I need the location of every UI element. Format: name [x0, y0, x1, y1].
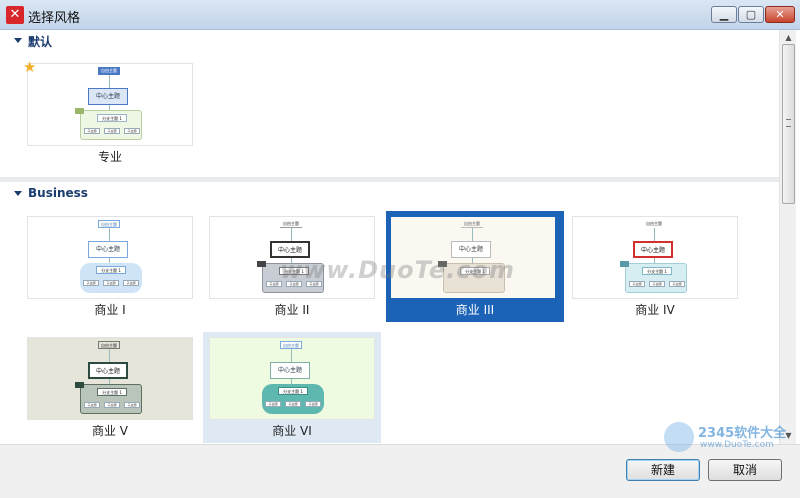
- theme-tile-business-4[interactable]: 自由主题 中心主题 分支主题 1 子主题 子主题 子主题 商业 IV: [568, 211, 742, 319]
- theme-label: 商业 III: [455, 303, 495, 317]
- section-label: 默认: [28, 35, 53, 49]
- theme-tile-pro[interactable]: 自由主题 中心主题 分支主题 1 子主题 子主题 子主题 ★ 专业: [23, 58, 197, 166]
- theme-label: 商业 I: [94, 303, 126, 317]
- preview-subtopic: 子主题: [104, 128, 120, 134]
- theme-preview: 自由主题 中心主题 分支主题 1 子主题 子主题 子主题: [27, 337, 193, 420]
- theme-tile-business-1[interactable]: 自由主题 中心主题 分支主题 1 子主题 子主题 子主题 商业 I: [23, 211, 197, 319]
- window-title: 选择风格: [28, 11, 81, 26]
- preview-branch-topic: 分支主题 1: [642, 267, 672, 275]
- theme-label: 商业 II: [274, 303, 310, 317]
- theme-preview: 自由主题 中心主题 分支主题 1 子主题 子主题 子主题: [27, 63, 193, 146]
- preview-float-topic: 自由主题: [98, 67, 120, 75]
- close-button[interactable]: ✕: [765, 6, 795, 23]
- preview-subtopic: 子主题: [629, 281, 645, 287]
- new-button[interactable]: 新建: [626, 459, 700, 481]
- preview-central-topic: 中心主题: [88, 241, 128, 258]
- preview-branch-group: 分支主题 1 子主题 子主题 子主题: [262, 384, 324, 414]
- theme-preview: 自由主题 中心主题 分支主题 1 子主题 子主题 子主题: [27, 216, 193, 299]
- cancel-button[interactable]: 取消: [708, 459, 782, 481]
- preview-float-topic: 自由主题: [98, 341, 120, 349]
- watermark-logo-text: 2345软件大全: [698, 426, 787, 441]
- theme-label: 商业 IV: [635, 303, 675, 317]
- section-label: Business: [28, 186, 88, 200]
- scrollbar-thumb[interactable]: [782, 44, 795, 204]
- theme-tile-business-6[interactable]: 自由主题 中心主题 分支主题 1 子主题 子主题 子主题 商业 VI: [203, 332, 381, 443]
- preview-branch-group: 分支主题 1 子主题 子主题 子主题: [620, 261, 687, 293]
- preview-subtopic: 子主题: [84, 128, 100, 134]
- minimize-button[interactable]: ▁: [711, 6, 737, 23]
- preview-subtopic: 子主题: [285, 401, 301, 407]
- preview-subtopic: 子主题: [265, 401, 281, 407]
- scroll-up-arrow-icon[interactable]: ▲: [783, 32, 794, 43]
- star-icon: ★: [23, 58, 37, 76]
- theme-tile-business-5[interactable]: 自由主题 中心主题 分支主题 1 子主题 子主题 子主题 商业 V: [23, 332, 197, 440]
- theme-preview: 自由主题 中心主题 分支主题 1 子主题 子主题 子主题: [209, 337, 375, 420]
- watermark-logo: 2345软件大全 www.DuoTe.com: [660, 418, 790, 458]
- preview-subtopic: 子主题: [123, 280, 139, 286]
- preview-subtopic: 子主题: [649, 281, 665, 287]
- collapse-triangle-icon[interactable]: [14, 38, 22, 43]
- theme-label: 专业: [97, 150, 122, 164]
- preview-branch-group: 分支主题 1 子主题 子主题 子主题: [75, 108, 142, 140]
- section-header-business[interactable]: Business: [0, 183, 779, 205]
- preview-branch-topic: 分支主题 1: [278, 387, 308, 395]
- preview-central-topic: 中心主题: [88, 362, 128, 379]
- preview-subtopic: 子主题: [305, 401, 321, 407]
- preview-float-topic: 自由主题: [280, 341, 302, 349]
- theme-list[interactable]: 默认 自由主题 中心主题 分支主题 1 子主题 子主题 子主题 ★ 专业 Bus…: [0, 30, 779, 444]
- preview-central-topic: 中心主题: [88, 88, 128, 105]
- preview-tag: [257, 261, 266, 267]
- preview-tag: [75, 108, 84, 114]
- preview-central-topic: 中心主题: [270, 362, 310, 379]
- xmind-app-icon: ✕: [6, 6, 24, 24]
- preview-branch-group: 分支主题 1 子主题 子主题 子主题: [80, 263, 142, 293]
- preview-subtopic: 子主题: [124, 128, 140, 134]
- watermark-text: www.DuoTe.com: [280, 256, 515, 284]
- preview-subtopic: 子主题: [124, 402, 140, 408]
- preview-subtopic: 子主题: [83, 280, 99, 286]
- preview-branch-topic: 分支主题 1: [97, 388, 127, 396]
- section-divider: [0, 177, 779, 182]
- collapse-triangle-icon[interactable]: [14, 191, 22, 196]
- preview-float-topic: 自由主题: [280, 220, 302, 228]
- preview-float-topic: 自由主题: [98, 220, 120, 228]
- preview-tag: [75, 382, 84, 388]
- preview-central-topic: 中心主题: [633, 241, 673, 258]
- preview-subtopic: 子主题: [84, 402, 100, 408]
- watermark-logo-url: www.DuoTe.com: [700, 440, 774, 450]
- theme-preview: 自由主题 中心主题 分支主题 1 子主题 子主题 子主题: [572, 216, 738, 299]
- preview-branch-group: 分支主题 1 子主题 子主题 子主题: [75, 382, 142, 414]
- theme-label: 商业 VI: [272, 424, 312, 438]
- preview-subtopic: 子主题: [103, 280, 119, 286]
- preview-subtopic: 子主题: [104, 402, 120, 408]
- preview-float-topic: 自由主题: [646, 221, 662, 226]
- maximize-button[interactable]: ▢: [738, 6, 764, 23]
- preview-subtopic: 子主题: [669, 281, 685, 287]
- mascot-icon: [664, 422, 694, 452]
- section-header-default[interactable]: 默认: [0, 30, 779, 52]
- title-bar: ✕ 选择风格 ▁ ▢ ✕: [0, 0, 800, 30]
- theme-label: 商业 V: [91, 424, 129, 438]
- preview-branch-topic: 分支主题 1: [97, 114, 127, 122]
- preview-float-topic: 自由主题: [461, 220, 483, 228]
- preview-branch-topic: 分支主题 1: [96, 266, 126, 274]
- preview-tag: [620, 261, 629, 267]
- vertical-scrollbar[interactable]: ▲ ▼: [779, 30, 796, 444]
